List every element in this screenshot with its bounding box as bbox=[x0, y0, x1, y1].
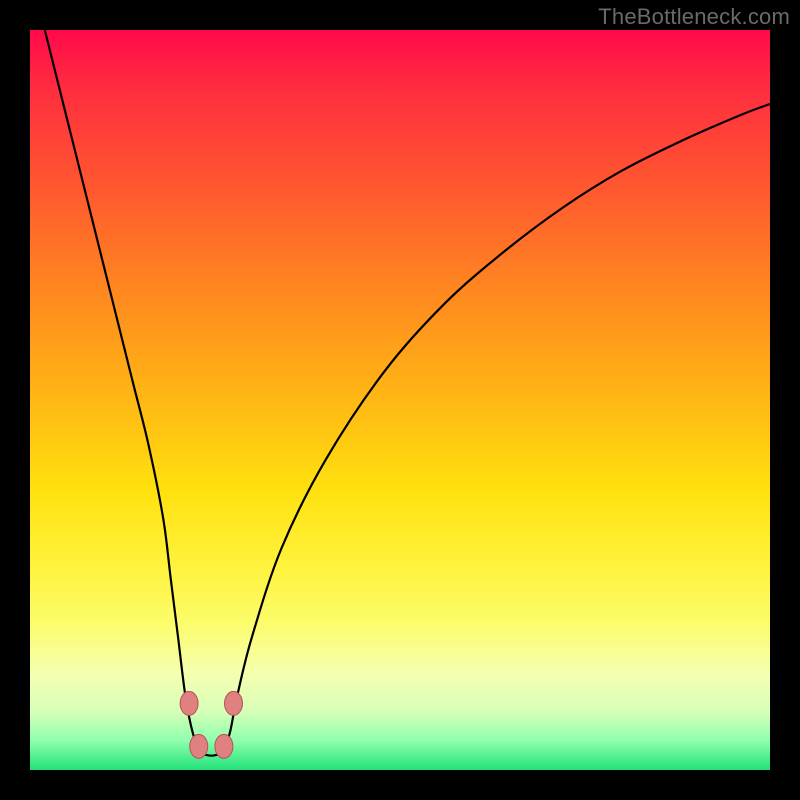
plot-area bbox=[30, 30, 770, 770]
curve-marker bbox=[215, 734, 233, 758]
watermark-text: TheBottleneck.com bbox=[598, 4, 790, 30]
bottleneck-curve bbox=[45, 30, 770, 756]
curve-marker bbox=[225, 691, 243, 715]
chart-svg bbox=[30, 30, 770, 770]
chart-frame: TheBottleneck.com bbox=[0, 0, 800, 800]
curve-marker bbox=[180, 691, 198, 715]
curve-marker bbox=[190, 734, 208, 758]
curve-markers bbox=[180, 691, 242, 758]
